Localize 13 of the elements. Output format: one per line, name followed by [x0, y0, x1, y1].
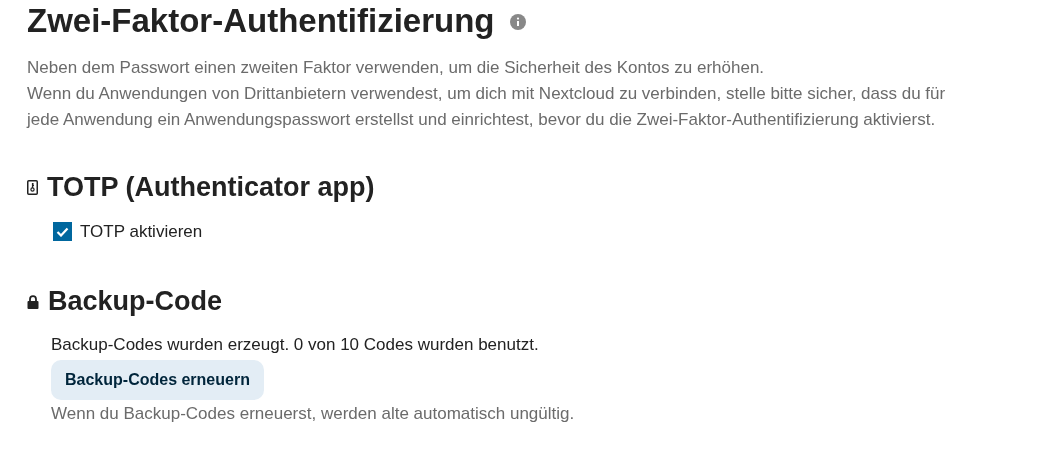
lock-icon — [27, 294, 39, 309]
phone-key-icon — [27, 179, 38, 195]
section-heading: Backup-Code — [48, 288, 223, 315]
page-title: Zwei-Faktor-Authentifizierung — [27, 3, 495, 37]
regenerate-button[interactable]: Backup-Codes erneuern — [51, 359, 264, 400]
section-heading: TOTP (Authenticator app) — [47, 173, 375, 201]
description-text: Neben dem Passwort einen zweiten Faktor verwenden, um die Sicherheit des Kontos zu erhöhen. — [27, 57, 766, 79]
description-text: Wenn du Anwendungen von Drittanbietern verwendest, um dich mit Nextcloud zu verbinden, stelle bitte sicher, dass du für jede Anwendung ein Anwendungspasswort erstellst und einrichtest, bevor du die Zwei-Faktor-Authentifizierung aktivierst. — [27, 83, 947, 131]
info-icon — [510, 14, 527, 30]
status-text: Backup-Codes wurden erzeugt. 0 von 10 Codes wurden benutzt. — [51, 333, 540, 356]
hint-text: Wenn du Backup-Codes erneuerst, werden alte automatisch ungültig. — [51, 402, 576, 425]
check-icon — [56, 226, 69, 237]
totp-checkbox[interactable]: TOTP aktivieren — [53, 219, 203, 245]
